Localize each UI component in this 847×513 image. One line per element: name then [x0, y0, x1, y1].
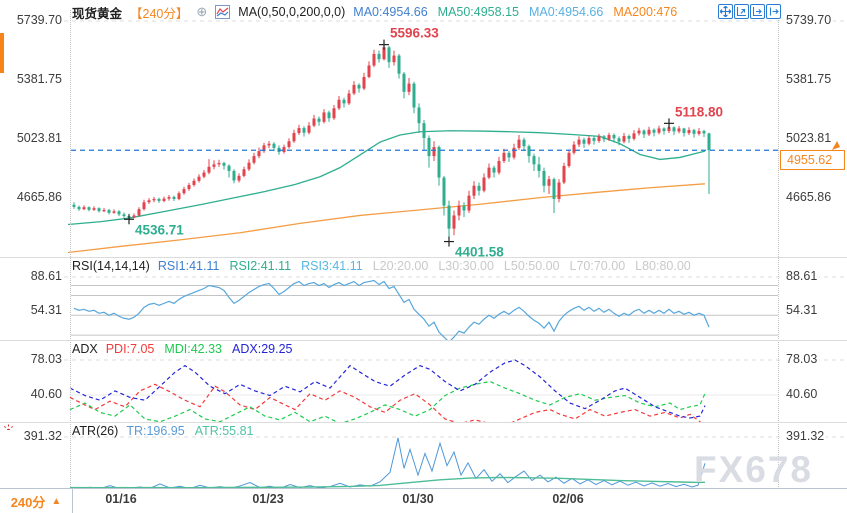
axis-label: 78.03 [784, 352, 820, 366]
date-tick: 01/23 [252, 492, 284, 506]
price-arrow-icon [831, 138, 842, 156]
axis-label: 40.60 [784, 387, 820, 401]
legend-value: RSI2:41.11 [229, 259, 292, 273]
period-selector[interactable]: 【240分】 [130, 3, 188, 22]
date-tick: 02/06 [552, 492, 584, 506]
legend-value: RSI3:41.11 [301, 259, 363, 273]
zoom-horizontal-icon[interactable] [750, 4, 765, 19]
panel-separator [0, 257, 847, 258]
legend-value: MA50:4958.15 [437, 5, 519, 19]
rsi-title: RSI(14,14,14) [72, 259, 150, 273]
axis-label: 88.61 [784, 269, 820, 283]
axis-label: 5381.75 [784, 72, 834, 86]
add-indicator-icon[interactable]: ⊕ [196, 4, 207, 20]
legend-value: L30:30.00 [438, 259, 494, 273]
legend-value: ADX:29.25 [232, 342, 293, 356]
axis-label: 5381.75 [0, 73, 64, 86]
svg-text:5596.33: 5596.33 [390, 26, 439, 41]
axis-label: 5023.81 [0, 131, 64, 145]
legend-value: L70:70.00 [569, 259, 626, 273]
svg-text:4536.71: 4536.71 [135, 222, 184, 237]
zoom-vertical-icon[interactable] [734, 4, 749, 19]
panel-separator [0, 422, 847, 423]
atr-values-legend: TR:196.95 ATR:55.81 [126, 424, 253, 438]
legend-value: PDI:7.05 [105, 342, 155, 356]
symbol-name: 现货黄金 [72, 6, 123, 21]
panel-separator [0, 340, 847, 341]
axis-label: 4665.86 [0, 191, 64, 204]
legend-value: MA0:4954.66 [353, 5, 428, 19]
axis-label: 5739.70 [0, 14, 64, 27]
axis-label: 391.32 [784, 429, 827, 443]
crosshair-icon[interactable] [718, 4, 733, 19]
axis-label: 5739.70 [784, 13, 834, 27]
legend-value: L80:80.00 [635, 259, 691, 273]
axis-label: 88.61 [0, 270, 64, 283]
adx-title: ADX [72, 342, 98, 356]
legend-value: MDI:42.33 [164, 342, 223, 356]
watermark: FX678 [694, 449, 814, 490]
main-candlestick-chart[interactable]: 4536.71 5596.33 4401.58 5118.80 [0, 10, 847, 257]
ma-formula: MA(0,50,0,200,0,0) [238, 5, 346, 19]
legend-value: RSI1:41.11 [157, 259, 220, 273]
date-tick: 01/30 [402, 492, 434, 506]
legend-value: ATR:55.81 [194, 424, 254, 438]
indicator-chart-icon[interactable] [215, 5, 231, 19]
svg-text:5118.80: 5118.80 [675, 104, 723, 119]
legend-value: L20:20.00 [372, 259, 429, 273]
pan-right-icon[interactable] [766, 4, 781, 19]
axis-label: 391.32 [0, 430, 64, 443]
axis-label: 78.03 [0, 353, 64, 366]
legend-value: MA0:4954.66 [528, 5, 604, 19]
axis-label: 54.31 [0, 304, 64, 317]
axis-label: 4665.86 [784, 190, 834, 204]
axis-label: 40.60 [0, 388, 64, 401]
atr-title: ATR(26) [72, 424, 119, 438]
adx-values-legend: PDI:7.05 MDI:42.33 ADX:29.25 [106, 342, 293, 356]
plot-left-border [70, 10, 71, 489]
legend-value: MA200:476 [613, 5, 678, 19]
svg-text:4401.58: 4401.58 [455, 245, 504, 257]
ma-values-legend: MA0:4954.66 MA50:4958.15 MA0:4954.66 MA200:… [353, 5, 677, 19]
chart-application: 4536.71 5596.33 4401.58 5118.80 现货黄金 【240分】… [0, 0, 847, 513]
legend-value: TR:196.95 [126, 424, 185, 438]
period-toggle[interactable]: 240分 ▲ [0, 489, 73, 513]
plot-right-border [778, 10, 779, 489]
date-tick: 01/16 [105, 492, 137, 506]
axis-label: 54.31 [784, 303, 820, 317]
period-label: 240分 [10, 494, 46, 510]
legend-value: L50:50.00 [503, 259, 560, 273]
period-up-arrow-icon: ▲ [51, 495, 62, 507]
axis-label: 5023.81 [784, 130, 834, 145]
rsi-values-legend: RSI1:41.11 RSI2:41.11 RSI3:41.11 L20:20.00 L… [158, 259, 691, 273]
